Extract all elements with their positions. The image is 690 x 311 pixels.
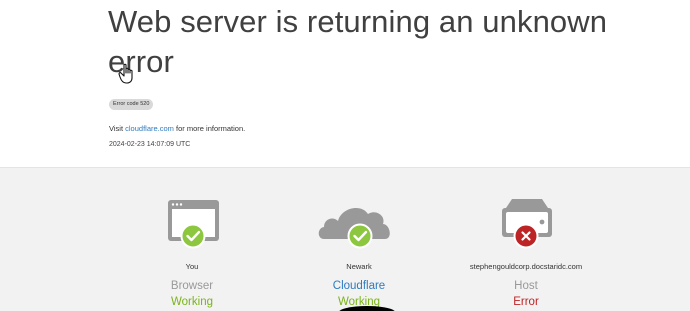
node-name[interactable]: Cloudflare	[269, 280, 449, 292]
node-location: stephengouldcorp.docstaridc.com	[469, 262, 583, 271]
page-title: Web server is returning an unknown error	[108, 4, 608, 79]
cloud-icon	[318, 207, 390, 249]
browser-icon	[168, 200, 219, 249]
node-status: Working	[171, 296, 213, 308]
server-icon	[502, 199, 552, 249]
node-location: You	[185, 262, 199, 271]
check-badge-icon	[180, 223, 206, 249]
error-badge-icon	[513, 223, 539, 249]
visit-prefix: Visit	[109, 124, 124, 133]
node-location: Newark	[346, 262, 372, 271]
node-status: Error	[513, 296, 539, 308]
cloudflare-node: Newark Cloudflare Working	[269, 168, 449, 311]
error-code-badge: Error code 520	[109, 99, 154, 110]
check-badge-icon	[347, 223, 373, 249]
cloudflare-link[interactable]: cloudflare.com	[125, 124, 174, 133]
hand-cursor-icon	[118, 63, 133, 84]
node-name: Host	[514, 280, 538, 292]
browser-node: You Browser Working	[102, 168, 282, 311]
visit-info-text: Visit cloudflare.com for more informatio…	[109, 124, 245, 133]
status-diagram-section: You Browser Working Newark Cloudflare Wo…	[0, 167, 690, 311]
host-node: stephengouldcorp.docstaridc.com Host Err…	[436, 168, 616, 311]
error-header-section: Web server is returning an unknown error…	[0, 0, 690, 167]
timestamp: 2024-02-23 14:07:09 UTC	[109, 141, 191, 148]
node-name: Browser	[170, 280, 214, 292]
visit-suffix: for more information.	[176, 124, 246, 133]
